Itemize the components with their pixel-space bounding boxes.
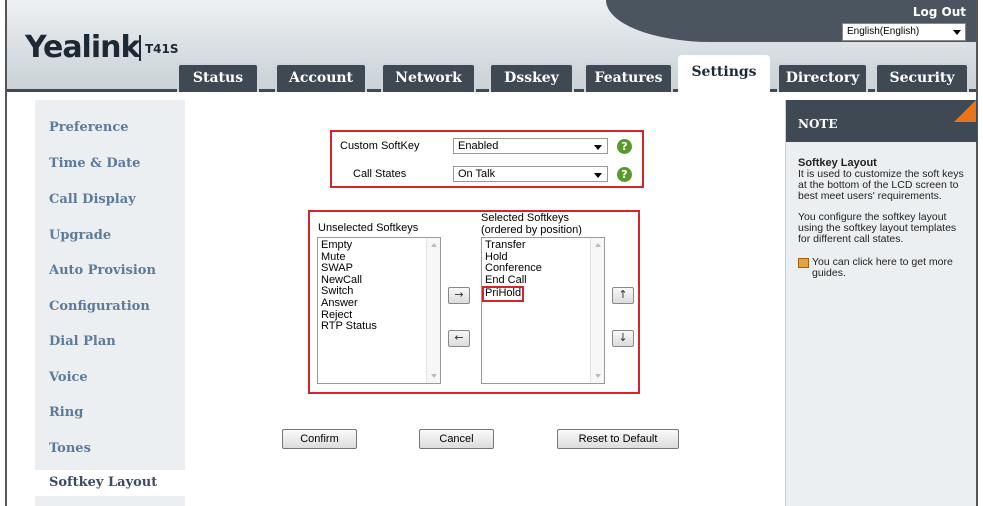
selected-softkeys-list[interactable]: Transfer Hold Conference End Call PriHol… <box>481 237 605 384</box>
chevron-down-icon <box>953 30 961 35</box>
unselected-softkeys-list[interactable]: Empty Mute SWAP NewCall Switch Answer Re… <box>317 237 441 384</box>
selected-title-line1: Selected Softkeys <box>481 212 570 224</box>
list-item[interactable]: End Call <box>485 274 601 287</box>
sidebar-item-configuration[interactable]: Configuration <box>49 299 150 314</box>
note-panel: NOTE Softkey Layout It is used to custom… <box>785 100 977 506</box>
sidebar-item-call-display[interactable]: Call Display <box>49 192 136 207</box>
tab-network[interactable]: Network <box>381 63 476 92</box>
move-down-button[interactable]: ↓ <box>612 330 634 347</box>
custom-softkey-label: Custom SoftKey <box>340 140 420 152</box>
tab-features[interactable]: Features <box>584 63 673 92</box>
scroll-up-icon[interactable] <box>595 243 601 247</box>
tab-settings[interactable]: Settings <box>678 55 770 92</box>
help-icon[interactable]: ? <box>617 139 632 154</box>
help-icon[interactable]: ? <box>617 167 632 182</box>
sidebar-item-time-date[interactable]: Time & Date <box>49 156 140 171</box>
custom-softkey-value: Enabled <box>458 140 499 152</box>
tab-status[interactable]: Status <box>177 63 259 92</box>
sidebar-item-softkey-layout[interactable]: Softkey Layout <box>35 470 185 496</box>
sidebar-item-preference[interactable]: Preference <box>49 120 129 135</box>
list-item[interactable]: RTP Status <box>321 321 437 333</box>
scrollbar[interactable] <box>426 238 440 383</box>
logo-separator <box>139 35 141 61</box>
move-right-button[interactable]: → <box>448 287 470 304</box>
yealink-logo: Yealink <box>25 30 140 65</box>
custom-softkey-select[interactable]: Enabled <box>453 138 608 154</box>
language-select[interactable]: English(English) <box>842 23 966 41</box>
tab-security[interactable]: Security <box>875 63 969 92</box>
guide-book-icon <box>798 258 809 268</box>
list-item[interactable]: Transfer <box>485 239 601 252</box>
note-body: Softkey Layout It is used to customize t… <box>798 158 970 279</box>
tab-directory[interactable]: Directory <box>777 63 868 92</box>
tab-dsskey[interactable]: Dsskey <box>489 63 574 92</box>
note-corner-icon <box>954 100 976 122</box>
call-states-select[interactable]: On Talk <box>453 166 608 182</box>
unselected-softkeys-title: Unselected Softkeys <box>318 222 419 234</box>
note-text-2: You configure the softkey layout using t… <box>798 211 957 245</box>
note-heading: NOTE <box>786 100 977 142</box>
move-left-button[interactable]: ← <box>448 330 470 347</box>
list-item-highlighted[interactable]: PriHold <box>482 286 525 302</box>
list-item[interactable]: Answer <box>321 297 437 310</box>
chevron-down-icon <box>594 145 602 150</box>
sidebar-item-voice[interactable]: Voice <box>49 370 88 385</box>
scroll-down-icon[interactable] <box>431 374 437 378</box>
sidebar-item-dial-plan[interactable]: Dial Plan <box>49 334 116 349</box>
model-label: T41S <box>145 42 179 56</box>
page-frame: Yealink T41S Log Out English(English) St… <box>5 0 978 506</box>
scrollbar[interactable] <box>590 238 604 383</box>
reset-to-default-button[interactable]: Reset to Default <box>557 429 679 449</box>
chevron-down-icon <box>594 173 602 178</box>
move-up-button[interactable]: ↑ <box>612 287 634 304</box>
tab-account[interactable]: Account <box>275 63 367 92</box>
note-guide-text[interactable]: You can click here to get more guides. <box>812 256 953 279</box>
sidebar-item-tones[interactable]: Tones <box>49 441 91 456</box>
logout-link[interactable]: Log Out <box>913 5 966 19</box>
scroll-down-icon[interactable] <box>595 374 601 378</box>
note-guide-link[interactable]: You can click here to get more guides. <box>798 257 970 279</box>
call-states-value: On Talk <box>458 168 496 180</box>
confirm-button[interactable]: Confirm <box>282 429 357 449</box>
note-text-1: It is used to customize the soft keys at… <box>798 168 964 202</box>
scroll-up-icon[interactable] <box>431 243 437 247</box>
cancel-button[interactable]: Cancel <box>419 429 494 449</box>
list-item[interactable]: Empty <box>321 239 437 252</box>
sidebar: Preference Time & Date Call Display Upgr… <box>35 100 185 506</box>
sidebar-item-auto-provision[interactable]: Auto Provision <box>49 263 156 278</box>
call-states-label: Call States <box>353 168 407 180</box>
sidebar-item-ring[interactable]: Ring <box>49 405 83 420</box>
selected-softkeys-title: Selected Softkeys (ordered by position) <box>481 212 582 236</box>
language-value: English(English) <box>847 26 920 37</box>
selected-title-line2: (ordered by position) <box>481 224 582 236</box>
sidebar-item-upgrade[interactable]: Upgrade <box>49 228 111 243</box>
